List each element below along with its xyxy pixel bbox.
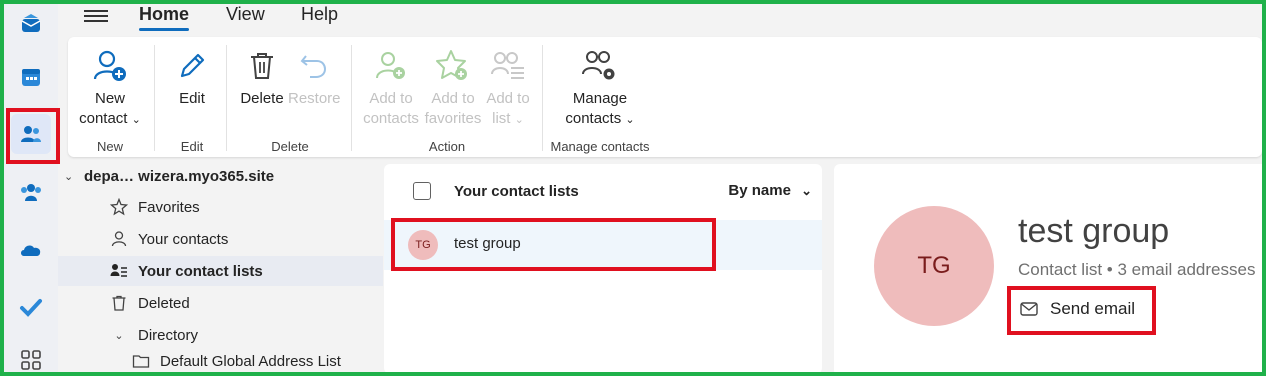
nav-item-your-contact-lists[interactable]: Your contact lists <box>58 256 383 286</box>
hamburger-menu-icon[interactable] <box>84 7 108 27</box>
nav-item-deleted[interactable]: Deleted <box>58 288 383 318</box>
ribbon-divider <box>351 45 352 151</box>
group-label-manage-contacts: Manage contacts <box>550 139 650 154</box>
add-to-list-button[interactable]: Add to list ⌄ <box>482 47 534 130</box>
people-list-icon <box>491 52 524 79</box>
manage-contacts-label-2: contacts <box>565 110 622 127</box>
person-icon <box>110 230 128 248</box>
manage-contacts-label-1: Manage <box>572 90 628 107</box>
edit-button[interactable]: Edit <box>160 47 224 109</box>
star-icon <box>110 198 128 216</box>
manage-contacts-button[interactable]: Manage contacts ⌄ <box>550 47 650 130</box>
group-label-new: New <box>96 139 123 154</box>
onedrive-icon <box>21 245 41 256</box>
sort-label: By name <box>728 182 791 199</box>
chevron-down-icon: ⌄ <box>114 329 124 342</box>
nav-label-global-address-list: Default Global Address List <box>160 352 341 370</box>
ribbon-divider <box>154 45 155 151</box>
restore-label: Restore <box>288 90 341 107</box>
star-add-icon <box>436 50 467 80</box>
chevron-down-icon: ⌄ <box>131 114 141 126</box>
contact-details-pane: TG test group Contact list • 3 email add… <box>834 164 1262 372</box>
nav-label-favorites: Favorites <box>138 198 200 216</box>
chevron-down-icon: ⌄ <box>625 114 635 126</box>
group-label-edit: Edit <box>180 139 204 154</box>
trash-icon <box>251 53 273 79</box>
chevron-down-icon: ⌄ <box>64 170 74 183</box>
add-to-contacts-label-2: contacts <box>363 110 419 127</box>
add-to-list-label-2: list <box>492 110 511 127</box>
add-to-contacts-label-1: Add to <box>369 90 413 107</box>
pencil-icon <box>180 53 205 78</box>
ribbon: New contact ⌄ New Edit Edit Delete Resto… <box>68 37 1262 157</box>
list-header: Your contact lists By name ⌄ <box>384 164 822 221</box>
nav-item-your-contacts[interactable]: Your contacts <box>58 224 383 254</box>
new-contact-label-1: New <box>94 90 125 107</box>
add-to-contacts-button[interactable]: Add to contacts <box>360 47 422 129</box>
add-person-icon <box>376 52 405 79</box>
onedrive-app-button[interactable] <box>11 230 51 270</box>
calendar-app-button[interactable] <box>11 57 51 97</box>
ribbon-divider <box>226 45 227 151</box>
todo-check-icon <box>20 299 42 317</box>
groups-icon <box>21 184 41 201</box>
account-name: depa… wizera.myo365.site <box>84 167 275 185</box>
manage-people-gear-icon <box>582 51 615 80</box>
trash-icon <box>110 294 128 312</box>
nav-item-global-address-list[interactable]: Default Global Address List <box>58 346 383 372</box>
annotation-highlight-list-item <box>391 218 716 271</box>
tab-help[interactable]: Help <box>301 4 338 25</box>
mail-icon <box>21 14 41 32</box>
contact-list-icon <box>110 262 128 280</box>
chevron-down-icon: ⌄ <box>801 183 812 198</box>
apps-grid-icon <box>21 350 41 370</box>
list-title: Your contact lists <box>454 183 579 200</box>
tab-view[interactable]: View <box>226 4 265 25</box>
add-to-favorites-label-1: Add to <box>431 90 475 107</box>
outlook-people-app: Home View Help New contact ⌄ New Edit Ed… <box>4 4 1262 372</box>
undo-icon <box>300 55 327 78</box>
groups-app-button[interactable] <box>11 172 51 212</box>
edit-label: Edit <box>179 90 205 107</box>
nav-label-your-contacts: Your contacts <box>138 230 229 248</box>
add-to-list-label-1: Add to <box>486 90 530 107</box>
folder-pane: ⌄ depa… wizera.myo365.site Favorites You… <box>58 160 383 372</box>
add-to-favorites-button[interactable]: Add to favorites <box>422 47 484 129</box>
folder-icon <box>132 352 150 370</box>
avatar: TG <box>874 206 994 326</box>
nav-label-directory: Directory <box>138 326 199 344</box>
contact-name: test group <box>1018 212 1170 250</box>
delete-button[interactable]: Delete <box>234 47 290 109</box>
nav-label-your-contact-lists: Your contact lists <box>138 262 263 280</box>
ribbon-divider <box>542 45 543 151</box>
new-contact-label-2: contact <box>79 110 128 127</box>
account-node[interactable]: ⌄ depa… wizera.myo365.site <box>58 161 383 191</box>
menu-bar: Home View Help <box>58 4 1262 38</box>
sort-dropdown[interactable]: By name ⌄ <box>728 182 812 199</box>
restore-button[interactable]: Restore <box>288 47 341 109</box>
group-label-action: Action <box>428 139 466 154</box>
nav-label-deleted: Deleted <box>138 294 190 312</box>
delete-label: Delete <box>240 90 284 107</box>
tab-home[interactable]: Home <box>139 4 189 25</box>
new-contact-button[interactable]: New contact ⌄ <box>72 47 148 130</box>
chevron-down-icon: ⌄ <box>514 114 524 126</box>
todo-app-button[interactable] <box>11 287 51 327</box>
annotation-highlight-people <box>6 108 60 164</box>
add-person-icon <box>93 50 126 81</box>
calendar-icon <box>22 69 40 86</box>
select-all-checkbox[interactable] <box>413 182 431 200</box>
nav-item-favorites[interactable]: Favorites <box>58 192 383 222</box>
contact-subtitle: Contact list • 3 email addresses <box>1018 260 1256 279</box>
more-apps-button[interactable] <box>11 340 51 372</box>
active-tab-indicator <box>139 28 189 31</box>
annotation-highlight-send-email <box>1007 286 1156 335</box>
group-label-delete: Delete <box>271 139 309 154</box>
app-rail <box>4 4 58 372</box>
add-to-favorites-label-2: favorites <box>424 110 482 127</box>
mail-app-button[interactable] <box>11 4 51 44</box>
